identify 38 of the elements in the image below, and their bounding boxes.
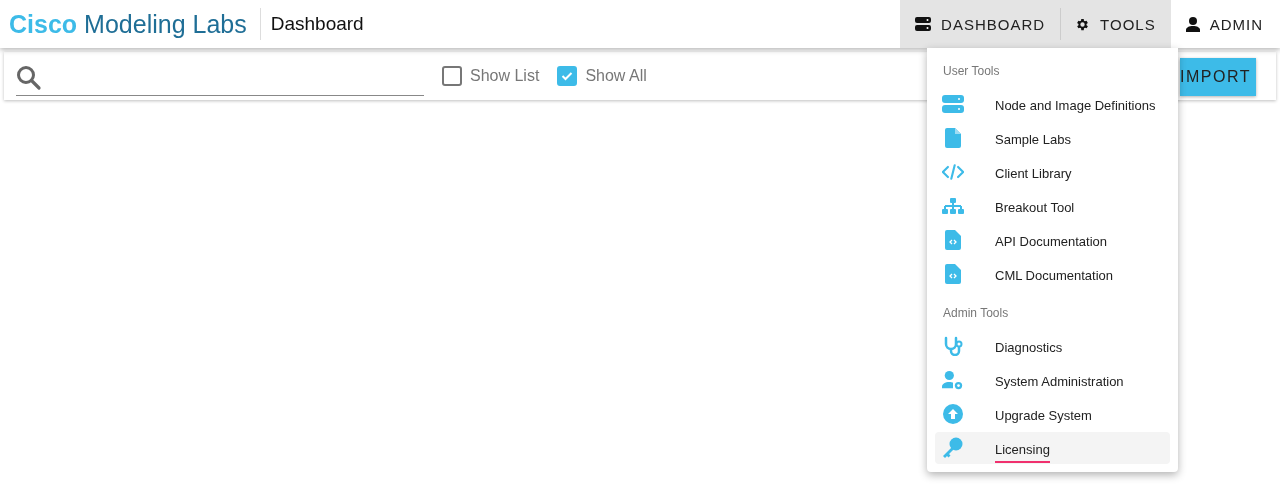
menu-section-title: User Tools <box>942 63 1001 80</box>
key-icon <box>942 437 964 459</box>
check-icon <box>561 71 574 81</box>
menu-item[interactable]: Licensing <box>935 432 1170 464</box>
show-all-checkbox[interactable] <box>557 66 578 86</box>
search-icon <box>16 64 42 91</box>
upload-circle-icon <box>943 404 963 424</box>
brand-name: Modeling Labs <box>84 11 247 37</box>
menu-item[interactable]: Node and Image Definitions <box>935 88 1170 120</box>
menu-item[interactable]: API Documentation <box>935 224 1170 256</box>
menu-item[interactable]: Upgrade System <box>935 398 1170 430</box>
menu-item[interactable]: System Administration <box>935 364 1170 396</box>
server-icon <box>915 17 932 31</box>
hierarchy-icon <box>942 198 964 214</box>
menu-item[interactable]: Diagnostics <box>935 330 1170 362</box>
show-list-checkbox[interactable] <box>442 66 462 86</box>
checkbox-label: Show List <box>470 67 540 85</box>
brand-logo: Cisco <box>9 11 78 37</box>
code-file-icon <box>945 230 961 250</box>
code-file-icon <box>945 264 961 284</box>
checkbox-label: Show All <box>585 67 647 85</box>
user-icon <box>1185 16 1200 32</box>
menu-item[interactable]: Client Library <box>935 156 1170 188</box>
menu-item[interactable]: Sample Labs <box>935 122 1170 154</box>
menu-item[interactable]: CML Documentation <box>935 258 1170 290</box>
file-icon <box>945 128 961 148</box>
page-title: Dashboard <box>270 13 364 35</box>
menu-item[interactable]: Breakout Tool <box>935 190 1170 222</box>
nav-button[interactable]: ADMIN <box>1170 0 1280 48</box>
menu-section-title: Admin Tools <box>942 305 1010 322</box>
code-icon <box>942 163 964 181</box>
user-settings-icon <box>942 369 964 391</box>
settings-icon <box>1075 16 1091 32</box>
stethoscope-icon <box>943 336 963 356</box>
nav-button[interactable]: DASHBOARD <box>900 0 1061 48</box>
nav-button[interactable]: TOOLS <box>1060 0 1171 48</box>
server-icon <box>942 95 964 113</box>
import-button[interactable]: IMPORT <box>1180 58 1256 96</box>
